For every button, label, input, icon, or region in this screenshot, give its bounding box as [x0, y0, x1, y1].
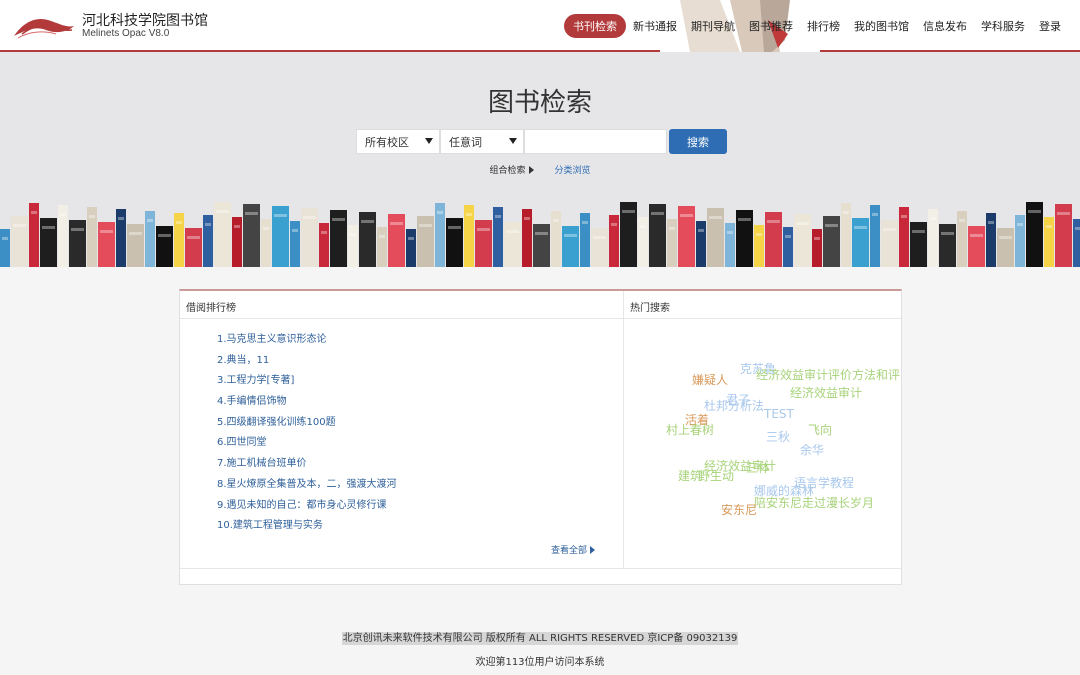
bookshelf-illustration [0, 202, 1080, 267]
ranking-item[interactable]: 9.遇见未知的自己：都市身心灵修行课 [217, 499, 397, 520]
ranking-item[interactable]: 8.星火燎原全集普及本，二，强渡大渡河 [217, 478, 397, 499]
nav-my-library[interactable]: 我的图书馆 [847, 14, 916, 38]
ranking-item[interactable]: 10.建筑工程管理与实务 [217, 519, 397, 540]
nav-news[interactable]: 信息发布 [916, 14, 974, 38]
hot-search-tag[interactable]: 三秋 [766, 428, 790, 445]
footer-copyright: 北京创讯未来软件技术有限公司 版权所有 ALL RIGHTS RESERVED … [0, 629, 1080, 645]
nav-subject-service[interactable]: 学科服务 [974, 14, 1032, 38]
nav-recommend[interactable]: 图书推荐 [742, 14, 800, 38]
hot-search-tag[interactable]: 余华 [800, 441, 824, 458]
main-nav: 书刊检索 新书通报 期刊导航 图书推荐 排行榜 我的图书馆 信息发布 学科服务 … [564, 14, 1068, 38]
ranking-item[interactable]: 4.手编情侣饰物 [217, 395, 397, 416]
ranking-item[interactable]: 7.施工机械台班单价 [217, 457, 397, 478]
search-hero: 图书检索 所有校区 任意词 搜索 组合检索 分类浏览 [0, 52, 1080, 267]
view-all-link[interactable]: 查看全部 [551, 543, 595, 556]
combined-search-link[interactable]: 组合检索 [490, 166, 534, 176]
hot-search-tag[interactable]: 野生动 [698, 467, 734, 484]
category-browse-link[interactable]: 分类浏览 [554, 166, 590, 176]
panel-body: 1.马克思主义意识形态论 2.典当，11 3.工程力学[专著] 4.手编情侣饰物… [180, 319, 901, 569]
search-button[interactable]: 搜索 [669, 129, 727, 154]
hot-search-title: 热门搜索 [630, 303, 670, 314]
site-title: 河北科技学院图书馆 [82, 13, 208, 29]
hot-search-tag[interactable]: 飞向 [808, 421, 832, 438]
ranking-item[interactable]: 1.马克思主义意识形态论 [217, 333, 397, 354]
header: 河北科技学院图书馆 Melinets Opac V8.0 书刊检索 新书通报 期… [0, 0, 1080, 52]
hot-search-cloud: 克苏鲁 嫌疑人 经济效益审计评价方法和评 经济效益审计 君子 杜邦分析法 TEST 活着 村上春… [624, 319, 901, 568]
hot-search-tag[interactable]: 安东尼 [721, 501, 757, 518]
nav-login[interactable]: 登录 [1032, 14, 1068, 38]
search-input[interactable] [524, 129, 667, 154]
field-select-value: 任意词 [449, 135, 482, 149]
ranking-item[interactable]: 3.工程力学[专著] [217, 374, 397, 395]
library-logo-icon [14, 18, 74, 39]
nav-ranking[interactable]: 排行榜 [800, 14, 847, 38]
ranking-item[interactable]: 2.典当，11 [217, 354, 397, 375]
nav-book-search[interactable]: 书刊检索 [564, 14, 626, 38]
hot-search-tag[interactable]: 陪安东尼走过漫长岁月 [754, 494, 874, 511]
ranking-item[interactable]: 5.四级翻译强化训练100题 [217, 416, 397, 437]
caret-down-icon [509, 138, 517, 144]
hot-search-tag[interactable]: 村上春树 [666, 421, 714, 438]
hot-search-tag[interactable]: 经济效益审计 [790, 384, 862, 401]
ranking-list: 1.马克思主义意识形态论 2.典当，11 3.工程力学[专著] 4.手编情侣饰物… [217, 333, 397, 540]
nav-journals[interactable]: 期刊导航 [684, 14, 742, 38]
hot-search-tag[interactable]: TEST [764, 407, 794, 421]
ranking-panel: 1.马克思主义意识形态论 2.典当，11 3.工程力学[专著] 4.手编情侣饰物… [180, 319, 624, 568]
page-title: 图书检索 [487, 88, 592, 118]
campus-select[interactable]: 所有校区 [356, 129, 440, 154]
site-subtitle: Melinets Opac V8.0 [82, 28, 170, 39]
hot-search-tag[interactable]: 经济效益审计评价方法和评 [756, 366, 900, 383]
ranking-title: 借阅排行榜 [180, 291, 624, 318]
ranking-item[interactable]: 6.四世同堂 [217, 436, 397, 457]
campus-select-value: 所有校区 [365, 135, 409, 149]
content-panels: 借阅排行榜 热门搜索 1.马克思主义意识形态论 2.典当，11 3.工程力学[专… [179, 289, 902, 585]
nav-new-books[interactable]: 新书通报 [626, 14, 684, 38]
panel-header: 借阅排行榜 热门搜索 [180, 291, 901, 319]
visitor-count: 欢迎第113位用户访问本系统 [475, 657, 605, 668]
hot-search-tag[interactable]: 杜邦分析法 [704, 397, 764, 414]
search-sub-links: 组合检索 分类浏览 [0, 163, 1080, 176]
hot-search-tag[interactable]: 嫌疑人 [692, 371, 728, 388]
caret-down-icon [425, 138, 433, 144]
search-bar: 所有校区 任意词 搜索 [356, 129, 727, 154]
copyright-text: 北京创讯未来软件技术有限公司 版权所有 ALL RIGHTS RESERVED … [341, 632, 739, 645]
field-select[interactable]: 任意词 [440, 129, 524, 154]
hot-search-tag[interactable]: 三体 [746, 459, 770, 476]
